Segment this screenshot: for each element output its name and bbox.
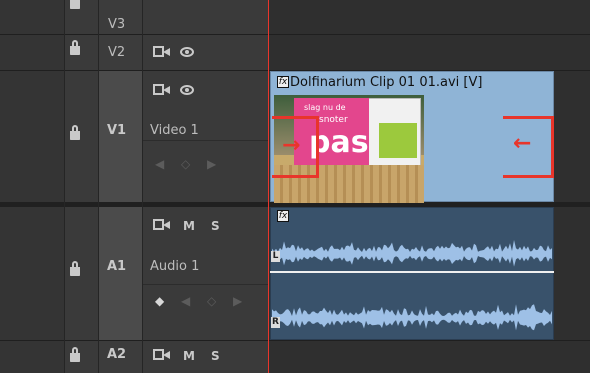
channel-right-label: R (271, 317, 280, 328)
add-keyframe-icon[interactable]: ◆ (155, 294, 164, 308)
fx-badge-icon: fx (277, 210, 289, 222)
prev-keyframe-icon[interactable]: ◀ (155, 157, 164, 171)
channel-left-label: L (271, 251, 280, 262)
playhead[interactable] (268, 0, 269, 373)
sync-lock-icon[interactable] (153, 84, 171, 95)
waveform-left (272, 240, 552, 267)
thumbnail-subline: snoter (319, 115, 348, 125)
lock-icon[interactable] (70, 347, 80, 362)
track-name-a1[interactable]: A1 (107, 260, 126, 273)
sync-lock-icon[interactable] (153, 46, 171, 57)
arrow-left-icon: ← (513, 131, 532, 156)
track-label-a1[interactable]: Audio 1 (150, 260, 199, 273)
timeline-panel: V3 V2 V1 Video 1 ◀ ◇ ▶ M S A1 Audio 1 ◆ … (0, 0, 590, 373)
row-divider (0, 34, 590, 35)
row-divider (0, 340, 590, 341)
next-keyframe-icon[interactable]: ▶ (233, 294, 242, 308)
track-name-a2[interactable]: A2 (107, 348, 126, 361)
track-label-v1[interactable]: Video 1 (150, 124, 199, 137)
add-keyframe-icon[interactable]: ◇ (181, 157, 190, 171)
row-divider (142, 284, 268, 285)
next-keyframe-icon[interactable]: ▶ (207, 157, 216, 171)
add-keyframe-icon[interactable]: ◇ (207, 294, 216, 308)
column-divider (142, 0, 143, 373)
row-divider (142, 140, 268, 141)
lock-icon[interactable] (70, 0, 80, 9)
fx-badge-icon: fx (277, 76, 289, 88)
arrow-right-icon: → (282, 133, 301, 158)
track-name-v3[interactable]: V3 (108, 18, 125, 31)
column-divider (64, 0, 65, 373)
solo-button[interactable]: S (211, 219, 220, 233)
lock-icon[interactable] (70, 125, 80, 140)
mute-button[interactable]: M (183, 219, 195, 233)
video-clip-title: Dolfinarium Clip 01 01.avi [V] (290, 75, 483, 90)
column-divider (98, 0, 99, 373)
sync-lock-icon[interactable] (153, 349, 171, 360)
track-name-v2[interactable]: V2 (108, 46, 125, 59)
eye-icon[interactable] (180, 85, 194, 95)
waveform-right (272, 304, 552, 331)
thumbnail-tagline: slag nu de (304, 103, 346, 112)
lock-icon[interactable] (70, 40, 80, 55)
lock-icon[interactable] (70, 261, 80, 276)
track-name-column (64, 0, 98, 373)
prev-keyframe-icon[interactable]: ◀ (181, 294, 190, 308)
sync-lock-icon[interactable] (153, 219, 171, 230)
mute-button[interactable]: M (183, 349, 195, 363)
track-name-v1[interactable]: V1 (107, 124, 126, 137)
track-lock-column (0, 0, 64, 373)
eye-icon[interactable] (180, 47, 194, 57)
solo-button[interactable]: S (211, 349, 220, 363)
